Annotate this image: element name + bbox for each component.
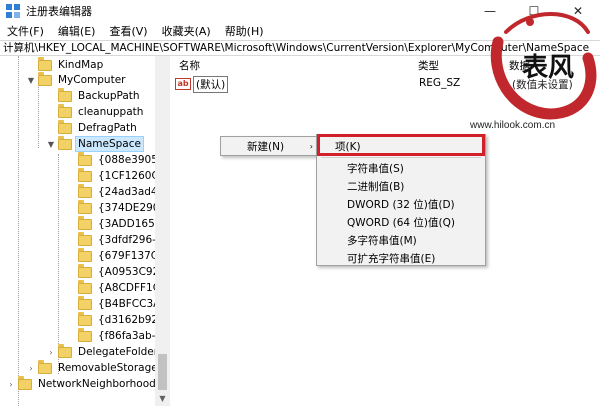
expander-icon[interactable]: ▼ [46, 140, 56, 149]
menu-view[interactable]: 查看(V) [102, 23, 154, 39]
scrollbar-thumb[interactable] [158, 354, 167, 390]
tree-item[interactable]: › NetworkNeighborhood [6, 375, 158, 393]
regedit-icon [6, 4, 20, 18]
menu-item-label: QWORD (64 位)值(Q) [347, 216, 455, 229]
registry-tree: KindMap ▼ MyComputer BackupPath cleanupp… [0, 56, 170, 406]
folder-icon [58, 103, 72, 118]
tree-item-label: NameSpace [75, 136, 144, 152]
folder-icon [38, 71, 52, 86]
menu-edit[interactable]: 编辑(E) [51, 23, 103, 39]
tree-item-label: MyComputer [58, 74, 126, 86]
folder-icon [78, 295, 92, 310]
tree-item-label: BackupPath [78, 90, 140, 102]
value-name: (默认) [193, 75, 229, 93]
expander-icon[interactable]: › [6, 380, 16, 389]
tree-item-label: DefragPath [78, 122, 137, 134]
context-menu: 新建(N) › [220, 136, 320, 156]
submenu-item-string[interactable]: 字符串值(S) [317, 159, 485, 177]
value-type: REG_SZ [419, 77, 461, 89]
menu-item-label: 多字符串值(M) [347, 234, 417, 247]
menu-item-label: DWORD (32 位)值(D) [347, 198, 455, 211]
highlight-annotation [317, 134, 485, 156]
folder-icon [78, 167, 92, 182]
menu-item-new[interactable]: 新建(N) › [221, 137, 319, 155]
column-name[interactable]: 名称 [179, 58, 200, 73]
tree-scrollbar[interactable]: ▼ [155, 56, 170, 406]
expander-icon[interactable]: › [46, 348, 56, 357]
menu-item-label: 可扩充字符串值(E) [347, 252, 436, 265]
submenu-item-expandable-string[interactable]: 可扩充字符串值(E) [317, 249, 485, 267]
folder-icon [78, 311, 92, 326]
folder-icon [38, 56, 52, 71]
column-type[interactable]: 类型 [418, 58, 439, 73]
folder-icon [78, 151, 92, 166]
watermark-url: www.hilook.com.cn [470, 120, 556, 131]
submenu-item-dword[interactable]: DWORD (32 位)值(D) [317, 195, 485, 213]
folder-icon [78, 215, 92, 230]
watermark-text: 表风 [522, 53, 574, 83]
menu-item-label: 字符串值(S) [347, 162, 404, 175]
expander-icon[interactable]: › [26, 364, 36, 373]
folder-icon [38, 359, 52, 374]
menu-item-label: 新建(N) [247, 140, 285, 153]
folder-icon [18, 375, 32, 390]
folder-icon [78, 231, 92, 246]
folder-icon [58, 119, 72, 134]
folder-icon [58, 343, 72, 358]
folder-icon [78, 199, 92, 214]
value-row[interactable]: ab (默认) [175, 75, 229, 93]
menu-help[interactable]: 帮助(H) [218, 23, 271, 39]
menu-file[interactable]: 文件(F) [0, 23, 51, 39]
folder-icon [78, 327, 92, 342]
scroll-down-icon[interactable]: ▼ [155, 392, 170, 406]
tree-item-label: NetworkNeighborhood [38, 378, 156, 390]
folder-icon [78, 247, 92, 262]
watermark-logo: 表风 [490, 12, 597, 120]
menu-item-label: 二进制值(B) [347, 180, 405, 193]
submenu-item-qword[interactable]: QWORD (64 位)值(Q) [317, 213, 485, 231]
menu-favorites[interactable]: 收藏夹(A) [155, 23, 218, 39]
folder-icon [78, 279, 92, 294]
window-title: 注册表编辑器 [26, 5, 92, 18]
tree-item-label: KindMap [58, 59, 104, 71]
tree-item-label: cleanuppath [78, 106, 144, 118]
folder-icon [78, 183, 92, 198]
tree-item-label: RemovableStorage [58, 362, 158, 374]
tree-item-label: DelegateFolders [78, 346, 164, 358]
expander-icon[interactable]: ▼ [26, 76, 36, 85]
string-value-icon: ab [175, 78, 191, 90]
folder-icon [58, 87, 72, 102]
folder-icon [78, 263, 92, 278]
folder-icon [58, 135, 72, 150]
submenu-arrow-icon: › [309, 141, 313, 151]
submenu-item-multi-string[interactable]: 多字符串值(M) [317, 231, 485, 249]
submenu-item-binary[interactable]: 二进制值(B) [317, 177, 485, 195]
